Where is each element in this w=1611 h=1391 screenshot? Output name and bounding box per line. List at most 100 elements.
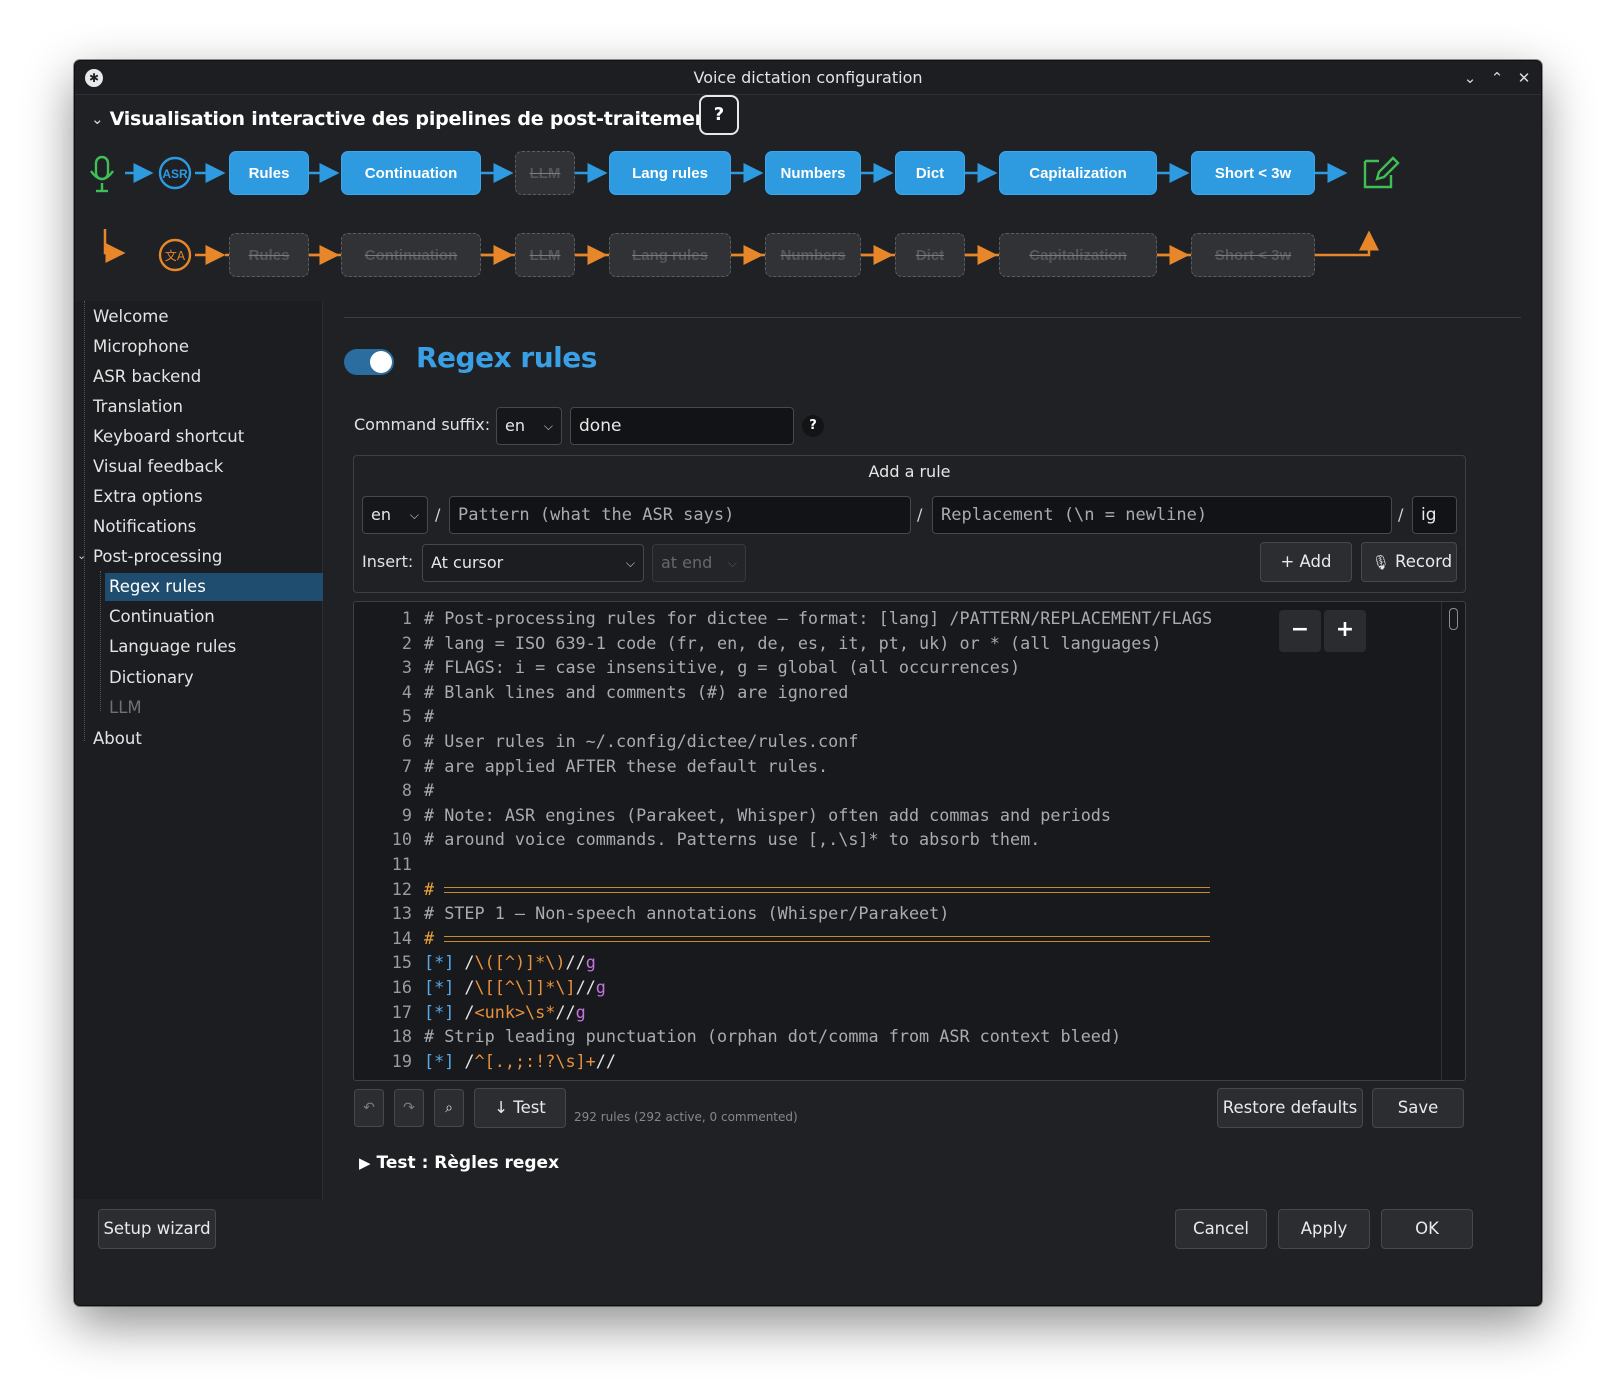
code-text: # — [424, 926, 1211, 951]
edit-output-icon — [1363, 156, 1400, 189]
code-text: # Strip leading punctuation (orphan dot/… — [424, 1026, 1122, 1047]
line-number: 14 — [391, 927, 412, 948]
suffix-help-button[interactable]: ? — [802, 415, 824, 437]
editor-scrollbar[interactable] — [1441, 602, 1465, 1080]
config-window: ✱ Voice dictation configuration ⌄ ⌃ ✕ ⌄ … — [74, 60, 1542, 1306]
separator-rule — [444, 886, 1211, 893]
sidebar-item-extra-options[interactable]: Extra options — [93, 483, 203, 511]
zoom-out-button[interactable]: − — [1279, 610, 1321, 652]
sidebar-item-translation[interactable]: Translation — [93, 393, 183, 421]
apply-button[interactable]: Apply — [1278, 1209, 1370, 1249]
search-icon[interactable]: ⌕ — [434, 1089, 464, 1127]
node-tr-llm[interactable]: LLM — [515, 233, 575, 277]
pipeline-help-button[interactable]: ? — [699, 95, 739, 135]
code-text: [*] /^[.,;:!?\s]+// — [424, 1050, 616, 1071]
minimize-icon[interactable]: ⌄ — [1459, 67, 1481, 89]
redo-icon[interactable]: ↷ — [394, 1089, 424, 1127]
chevron-down-icon[interactable]: ⌄ — [77, 549, 86, 562]
triangle-right-icon: ▶ — [359, 1154, 371, 1172]
regex-rules-toggle[interactable] — [344, 349, 394, 375]
node-capitalization[interactable]: Capitalization — [999, 151, 1157, 195]
chevron-down-icon: ⌵ — [409, 508, 419, 522]
node-numbers[interactable]: Numbers — [765, 151, 861, 195]
svg-text:文A: 文A — [165, 248, 186, 263]
code-text: # User rules in ~/.config/dictee/rules.c… — [424, 731, 859, 751]
code-text: # Post-processing rules for dictee — for… — [424, 608, 1213, 628]
line-number: 5 — [401, 706, 412, 727]
insert-position-select[interactable]: at end ⌵ — [652, 544, 746, 582]
insert-mode-select[interactable]: At cursor ⌵ — [422, 544, 644, 582]
rules-editor[interactable]: 1 # Post-processing rules for dictee — fo… — [353, 601, 1466, 1081]
record-button[interactable]: 🎙 Record — [1361, 542, 1457, 582]
line-number: 6 — [401, 731, 412, 751]
sidebar-item-about[interactable]: About — [93, 725, 142, 753]
node-tr-continuation[interactable]: Continuation — [341, 233, 481, 277]
flags-input[interactable]: ig — [1412, 496, 1457, 534]
code-text: # Blank lines and comments (#) are ignor… — [424, 681, 849, 702]
node-llm[interactable]: LLM — [515, 151, 575, 195]
code-text: # — [424, 780, 435, 801]
sidebar-item-llm[interactable]: LLM — [109, 694, 142, 722]
zoom-in-button[interactable]: + — [1324, 610, 1366, 652]
suffix-lang-select[interactable]: en ⌵ — [496, 407, 562, 445]
node-tr-numbers[interactable]: Numbers — [765, 233, 861, 277]
suffix-input[interactable]: done — [570, 407, 794, 445]
code-text: # lang = ISO 639-1 code (fr, en, de, es,… — [424, 632, 1162, 653]
asr-badge: ASR — [162, 167, 188, 181]
node-rules[interactable]: Rules — [229, 151, 309, 195]
microphone-icon: 🎙 — [1372, 555, 1390, 571]
restore-defaults-button[interactable]: Restore defaults — [1217, 1088, 1363, 1128]
node-continuation[interactable]: Continuation — [341, 151, 481, 195]
code-text: # — [424, 706, 435, 727]
add-rule-button[interactable]: + Add — [1260, 542, 1352, 582]
rules-count: 292 rules (292 active, 0 commented) — [574, 1110, 798, 1124]
line-number: 4 — [401, 681, 412, 702]
close-icon[interactable]: ✕ — [1513, 67, 1535, 89]
code-text: # are applied AFTER these default rules. — [424, 755, 829, 776]
pattern-input[interactable]: Pattern (what the ASR says) — [449, 496, 911, 534]
code-text: [*] /\[[^\]]*\]//g — [424, 977, 606, 997]
line-number: 1 — [401, 608, 412, 628]
window-title: Voice dictation configuration — [693, 68, 923, 87]
sidebar-item-visual-feedback[interactable]: Visual feedback — [93, 453, 223, 481]
pipeline-flow: ASR 文A Rules Continuation LLM Lang rules… — [75, 149, 1541, 299]
setup-wizard-button[interactable]: Setup wizard — [98, 1209, 216, 1249]
pipeline-header[interactable]: ⌄ Visualisation interactive des pipeline… — [91, 101, 717, 137]
sidebar-item-microphone[interactable]: Microphone — [93, 333, 189, 361]
sidebar-item-language-rules[interactable]: Language rules — [109, 633, 236, 661]
rule-lang-select[interactable]: en ⌵ — [362, 496, 428, 534]
sidebar-item-regex-rules[interactable]: Regex rules — [105, 573, 323, 601]
undo-icon[interactable]: ↶ — [354, 1089, 384, 1127]
sidebar-item-post-processing[interactable]: Post-processing — [93, 543, 222, 571]
sidebar-item-dictionary[interactable]: Dictionary — [109, 664, 194, 692]
node-tr-lang-rules[interactable]: Lang rules — [609, 233, 731, 277]
cancel-button[interactable]: Cancel — [1175, 1209, 1267, 1249]
node-tr-short[interactable]: Short < 3w — [1191, 233, 1315, 277]
test-section-header[interactable]: ▶ Test : Règles regex — [359, 1153, 559, 1173]
node-tr-rules[interactable]: Rules — [229, 233, 309, 277]
node-dict[interactable]: Dict — [895, 151, 965, 195]
sidebar-item-asr-backend[interactable]: ASR backend — [93, 363, 201, 391]
node-short[interactable]: Short < 3w — [1191, 151, 1315, 195]
line-number: 10 — [391, 829, 412, 850]
line-number: 9 — [401, 804, 412, 825]
line-number: 2 — [401, 632, 412, 653]
line-number: 12 — [391, 878, 412, 899]
sidebar-item-welcome[interactable]: Welcome — [93, 303, 168, 331]
save-button[interactable]: Save — [1372, 1088, 1464, 1128]
line-number: 13 — [391, 903, 412, 924]
sidebar-item-keyboard-shortcut[interactable]: Keyboard shortcut — [93, 423, 244, 451]
sidebar-item-continuation[interactable]: Continuation — [109, 603, 215, 631]
chevron-down-icon[interactable]: ⌄ — [91, 110, 104, 128]
maximize-icon[interactable]: ⌃ — [1486, 67, 1508, 89]
node-lang-rules[interactable]: Lang rules — [609, 151, 731, 195]
section-title: Regex rules — [416, 341, 597, 374]
test-button[interactable]: ↓ Test — [474, 1088, 566, 1128]
line-number: 17 — [391, 1001, 412, 1022]
title-bar: ✱ Voice dictation configuration ⌄ ⌃ ✕ — [75, 61, 1541, 95]
replacement-input[interactable]: Replacement (\n = newline) — [932, 496, 1392, 534]
node-tr-dict[interactable]: Dict — [895, 233, 965, 277]
sidebar-item-notifications[interactable]: Notifications — [93, 513, 196, 541]
ok-button[interactable]: OK — [1381, 1209, 1473, 1249]
node-tr-capitalization[interactable]: Capitalization — [999, 233, 1157, 277]
